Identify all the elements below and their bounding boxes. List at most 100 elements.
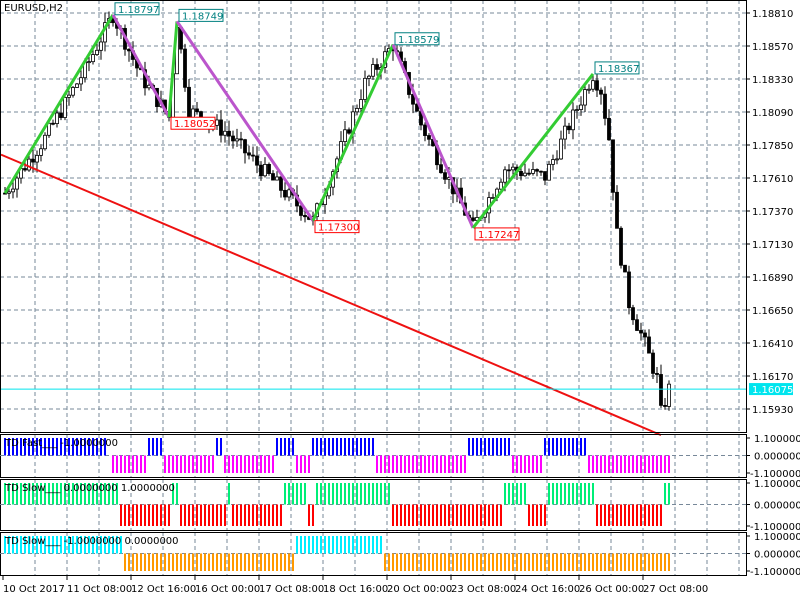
- candle-body: [87, 61, 91, 64]
- time-label: 20 Oct 00:00: [387, 584, 452, 595]
- candle-body: [347, 129, 351, 134]
- price-tick-label: 1.17370: [752, 207, 793, 218]
- candle-body: [623, 264, 627, 273]
- panel-tick-label: 0.0000000: [754, 550, 800, 561]
- candle-body: [43, 134, 47, 150]
- candle-body: [619, 227, 623, 266]
- candle-body: [563, 125, 567, 140]
- panel-tick-label: 1.1000000: [754, 479, 800, 490]
- panel-tick-label: 0.0000000: [754, 452, 800, 463]
- candle-body: [23, 168, 27, 171]
- candle-body: [443, 172, 447, 180]
- candle-body: [531, 169, 535, 174]
- candle-body: [243, 139, 247, 154]
- candle-body: [615, 191, 619, 229]
- candle-body: [263, 164, 267, 177]
- candle-body: [91, 54, 95, 63]
- candle-body: [555, 158, 559, 161]
- panel-label: TD Fast___ -1.0000000: [4, 438, 118, 449]
- candle-body: [423, 124, 427, 136]
- time-label: 16 Oct 00:00: [195, 584, 260, 595]
- time-label: 26 Oct 00:00: [579, 584, 644, 595]
- candle-body: [195, 108, 199, 113]
- candle-body: [223, 130, 227, 136]
- swing-label: 1.18579: [398, 35, 439, 46]
- candle-body: [239, 138, 243, 141]
- candle-body: [15, 177, 19, 190]
- candle-body: [251, 154, 255, 157]
- candle-body: [343, 129, 347, 142]
- candle-body: [231, 135, 235, 142]
- candle-body: [491, 197, 495, 199]
- candle-body: [279, 176, 283, 191]
- candle-body: [427, 135, 431, 140]
- price-tick-label: 1.16650: [752, 306, 793, 317]
- candle-body: [551, 159, 555, 165]
- time-label: 10 Oct 2017: [3, 584, 65, 595]
- candle-body: [535, 169, 539, 172]
- price-tick-label: 1.15930: [752, 405, 793, 416]
- candle-body: [95, 49, 99, 55]
- swing-label: 1.17247: [478, 230, 519, 241]
- candle-body: [267, 164, 271, 174]
- candle-body: [611, 139, 615, 193]
- candle-body: [655, 372, 659, 375]
- candle-body: [255, 155, 259, 166]
- candle-body: [215, 119, 219, 126]
- panel-tick-label: 1.1000000: [754, 434, 800, 445]
- candle-body: [375, 64, 379, 70]
- candle-body: [587, 88, 591, 91]
- time-label: 24 Oct 16:00: [515, 584, 580, 595]
- swing-label: 1.18052: [174, 119, 215, 130]
- candle-body: [247, 152, 251, 156]
- candle-body: [543, 171, 547, 181]
- time-label: 17 Oct 08:00: [259, 584, 324, 595]
- time-label: 23 Oct 08:00: [451, 584, 516, 595]
- price-tick-label: 1.17850: [752, 141, 793, 152]
- candle-body: [63, 97, 67, 118]
- price-tick-label: 1.16170: [752, 372, 793, 383]
- zigzag-up-leg: [471, 72, 595, 229]
- zigzag-up-leg: [3, 14, 115, 194]
- candle-body: [527, 172, 531, 175]
- candle-body: [183, 48, 187, 88]
- candle-body: [507, 169, 511, 172]
- panel-label: TD Slow___ 0.0000000 1.0000000: [4, 483, 175, 494]
- candle-body: [523, 172, 527, 177]
- candle-body: [127, 48, 131, 52]
- candle-body: [595, 80, 599, 91]
- candle-body: [35, 154, 39, 163]
- price-tick-label: 1.16890: [752, 273, 793, 284]
- candle-body: [647, 336, 651, 354]
- panel-label: TD Slow___ -1.0000000 0.0000000: [4, 536, 179, 547]
- candle-body: [355, 108, 359, 113]
- candle-body: [643, 332, 647, 338]
- candle-body: [511, 166, 515, 171]
- candle-body: [547, 163, 551, 181]
- price-tick-label: 1.16410: [752, 339, 793, 350]
- candle-body: [367, 75, 371, 79]
- candle-body: [283, 189, 287, 198]
- candle-body: [259, 164, 263, 177]
- time-label: 18 Oct 16:00: [323, 584, 388, 595]
- candle-body: [67, 94, 71, 98]
- candle-body: [299, 205, 303, 216]
- candle-body: [603, 93, 607, 119]
- price-tick-label: 1.17610: [752, 174, 793, 185]
- price-tick-label: 1.18330: [752, 75, 793, 86]
- candle-body: [471, 217, 475, 221]
- candle-body: [31, 158, 35, 163]
- candle-body: [575, 109, 579, 111]
- zigzag-down-leg: [391, 44, 475, 229]
- candle-body: [11, 188, 15, 193]
- candle-body: [583, 89, 587, 106]
- price-tick-label: 1.17130: [752, 240, 793, 251]
- time-label: 27 Oct 08:00: [643, 584, 708, 595]
- price-tick-label: 1.18570: [752, 42, 793, 53]
- chart-canvas[interactable]: 1.18810 1.18570 1.18330 1.18090 1.17850 1.176…: [0, 0, 800, 600]
- candle-body: [59, 112, 63, 118]
- candle-body: [99, 41, 103, 51]
- candle-body: [559, 138, 563, 160]
- candle-body: [75, 83, 79, 88]
- candle-body: [651, 352, 655, 374]
